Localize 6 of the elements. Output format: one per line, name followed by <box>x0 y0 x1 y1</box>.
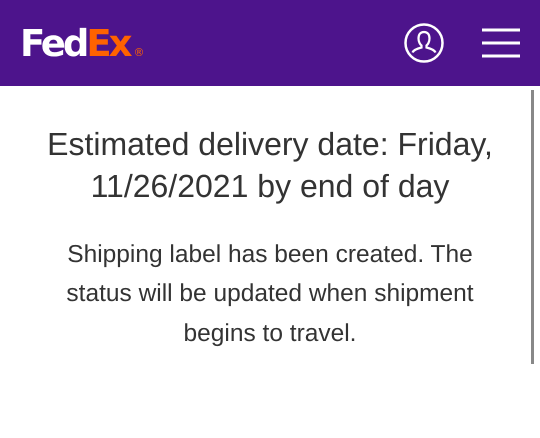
scrollbar[interactable] <box>531 90 534 364</box>
fedex-logo[interactable]: FedEx® <box>20 24 144 62</box>
delivery-date-heading: Estimated delivery date: Friday, 11/26/2021 by end of day <box>46 125 494 206</box>
account-icon[interactable] <box>404 23 444 63</box>
menu-icon[interactable] <box>482 27 520 59</box>
status-message: Shipping label has been created. The status will be updated when shipment begins to travel. <box>65 240 475 349</box>
